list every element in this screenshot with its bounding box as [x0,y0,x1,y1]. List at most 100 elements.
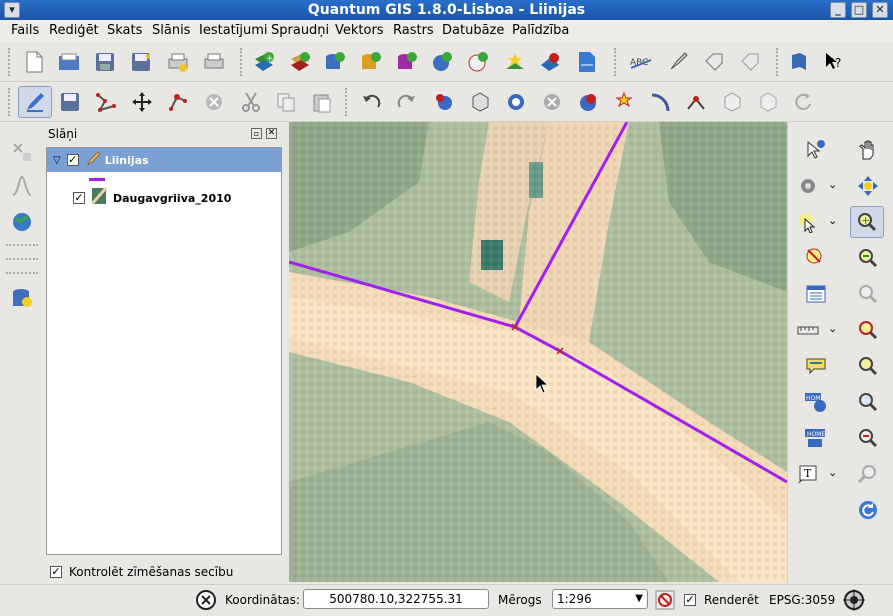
run-feature-action-icon[interactable] [794,172,822,200]
toolbar-grip[interactable] [776,48,780,76]
scale-combobox[interactable]: 1:296 ▼ [552,589,648,609]
menu-spraudni[interactable]: Spraudņi [271,23,329,38]
zoom-next-icon[interactable] [854,460,882,488]
toolbar-grip[interactable] [6,258,38,262]
show-bookmarks-icon[interactable]: HOME [802,424,830,452]
save-as-icon[interactable] [127,48,155,76]
add-feature-icon[interactable] [92,88,120,116]
refresh-icon[interactable] [854,496,882,524]
rotate-point-symbols-icon[interactable] [790,88,818,116]
merge-selected-icon[interactable] [718,88,746,116]
whats-this-icon[interactable]: ? [820,48,848,76]
new-bookmark-icon[interactable]: HOME [802,388,830,416]
remove-layer-icon[interactable] [536,48,564,76]
new-spatialite-layer-icon[interactable] [573,48,601,76]
map-canvas[interactable] [289,122,787,582]
zoom-last-icon[interactable] [854,424,882,452]
delete-selected-icon[interactable] [200,88,228,116]
select-features-icon[interactable] [794,208,822,236]
new-project-icon[interactable] [20,48,48,76]
float-panel-icon[interactable]: ▫ [251,128,262,139]
histogram-icon[interactable] [8,172,36,200]
close-panel-icon[interactable]: ✕ [266,128,277,139]
identify-features-icon[interactable] [802,136,830,164]
menu-vektors[interactable]: Vektors [335,23,384,38]
add-ring-icon[interactable] [466,88,494,116]
database-manager-icon[interactable] [8,284,36,312]
simplify-feature-icon[interactable] [430,88,458,116]
save-project-icon[interactable] [91,48,119,76]
maximize-button[interactable]: □ [851,2,867,18]
menu-rediget[interactable]: Rediģēt [49,23,99,38]
move-label-icon[interactable] [736,48,764,76]
pin-labels-icon[interactable] [664,48,692,76]
toolbar-grip[interactable] [6,244,38,248]
merge-attributes-icon[interactable] [754,88,782,116]
undo-icon[interactable] [357,88,385,116]
menu-palidziba[interactable]: Palīdzība [512,23,569,38]
text-annotation-icon[interactable]: T [794,460,822,488]
menu-datubaze[interactable]: Datubāze [442,23,504,38]
toolbar-grip[interactable] [8,48,12,76]
redo-icon[interactable] [393,88,421,116]
cut-features-icon[interactable] [237,88,265,116]
zoom-native-icon[interactable] [854,388,882,416]
chevron-down-icon[interactable]: ⌄ [828,214,837,227]
offset-curve-icon[interactable] [646,88,674,116]
show-hide-labels-icon[interactable] [700,48,728,76]
add-wms-layer-icon[interactable] [428,48,456,76]
split-features-icon[interactable] [682,88,710,116]
toggle-editing-icon[interactable] [18,86,52,118]
raster-align-icon[interactable] [8,138,36,166]
crs-status[interactable]: EPSG:3059 [769,593,835,607]
stop-render-icon[interactable] [655,590,675,614]
new-print-composer-icon[interactable] [164,48,192,76]
move-feature-icon[interactable] [128,88,156,116]
chevron-down-icon[interactable]: ⌄ [828,322,837,335]
render-checkbox[interactable]: ✓ [684,594,696,606]
menu-fails[interactable]: Fails [11,23,39,38]
new-shapefile-icon[interactable] [501,48,529,76]
zoom-to-layer-icon[interactable] [854,352,882,380]
copy-features-icon[interactable] [272,88,300,116]
zoom-full-icon[interactable] [854,280,882,308]
coordinate-field[interactable]: 500780.10,322755.31 [303,589,489,609]
layer-checkbox[interactable]: ✓ [66,154,79,166]
menu-skats[interactable]: Skats [107,23,142,38]
node-tool-icon[interactable] [164,88,192,116]
render-order-checkbox[interactable]: ✓ [50,566,62,578]
add-vector-layer-icon[interactable] [286,48,314,76]
toolbar-grip[interactable] [6,272,38,276]
pan-to-selection-icon[interactable] [854,172,882,200]
open-project-icon[interactable] [55,48,83,76]
zoom-to-selection-icon[interactable] [854,316,882,344]
menu-iestatijumi[interactable]: Iestatījumi [199,23,268,38]
pan-map-icon[interactable] [854,136,882,164]
zoom-in-icon[interactable]: + [850,206,884,238]
menu-rastrs[interactable]: Rastrs [393,23,434,38]
print-icon[interactable] [200,48,228,76]
delete-ring-icon[interactable] [538,88,566,116]
layer-checkbox[interactable]: ✓ [73,192,85,204]
deselect-features-icon[interactable] [802,244,830,272]
menu-slanis[interactable]: Slānis [152,23,190,38]
delete-part-icon[interactable] [574,88,602,116]
coordinate-toggle-icon[interactable] [196,589,216,615]
add-postgis-layer-icon[interactable] [321,48,349,76]
chevron-down-icon[interactable]: ▼ [635,590,643,608]
add-mssql-layer-icon[interactable] [393,48,421,76]
close-button[interactable]: ✕ [872,2,888,18]
zoom-out-icon[interactable] [854,244,882,272]
help-contents-icon[interactable] [785,48,813,76]
attribute-table-icon[interactable] [802,280,830,308]
add-spatialite-layer-icon[interactable] [357,48,385,76]
chevron-down-icon[interactable]: ⌄ [828,466,837,479]
save-edits-icon[interactable] [56,88,84,116]
render-order-control[interactable]: ✓ Kontrolēt zīmēšanas secību [50,565,233,579]
toolbar-grip[interactable] [240,48,244,76]
toolbar-grip[interactable] [345,88,349,116]
layer-row-liinijas[interactable]: ▽ ✓ Liinijas [47,148,281,172]
map-tips-icon[interactable] [802,352,830,380]
paste-features-icon[interactable] [308,88,336,116]
toolbar-grip[interactable] [8,88,12,116]
